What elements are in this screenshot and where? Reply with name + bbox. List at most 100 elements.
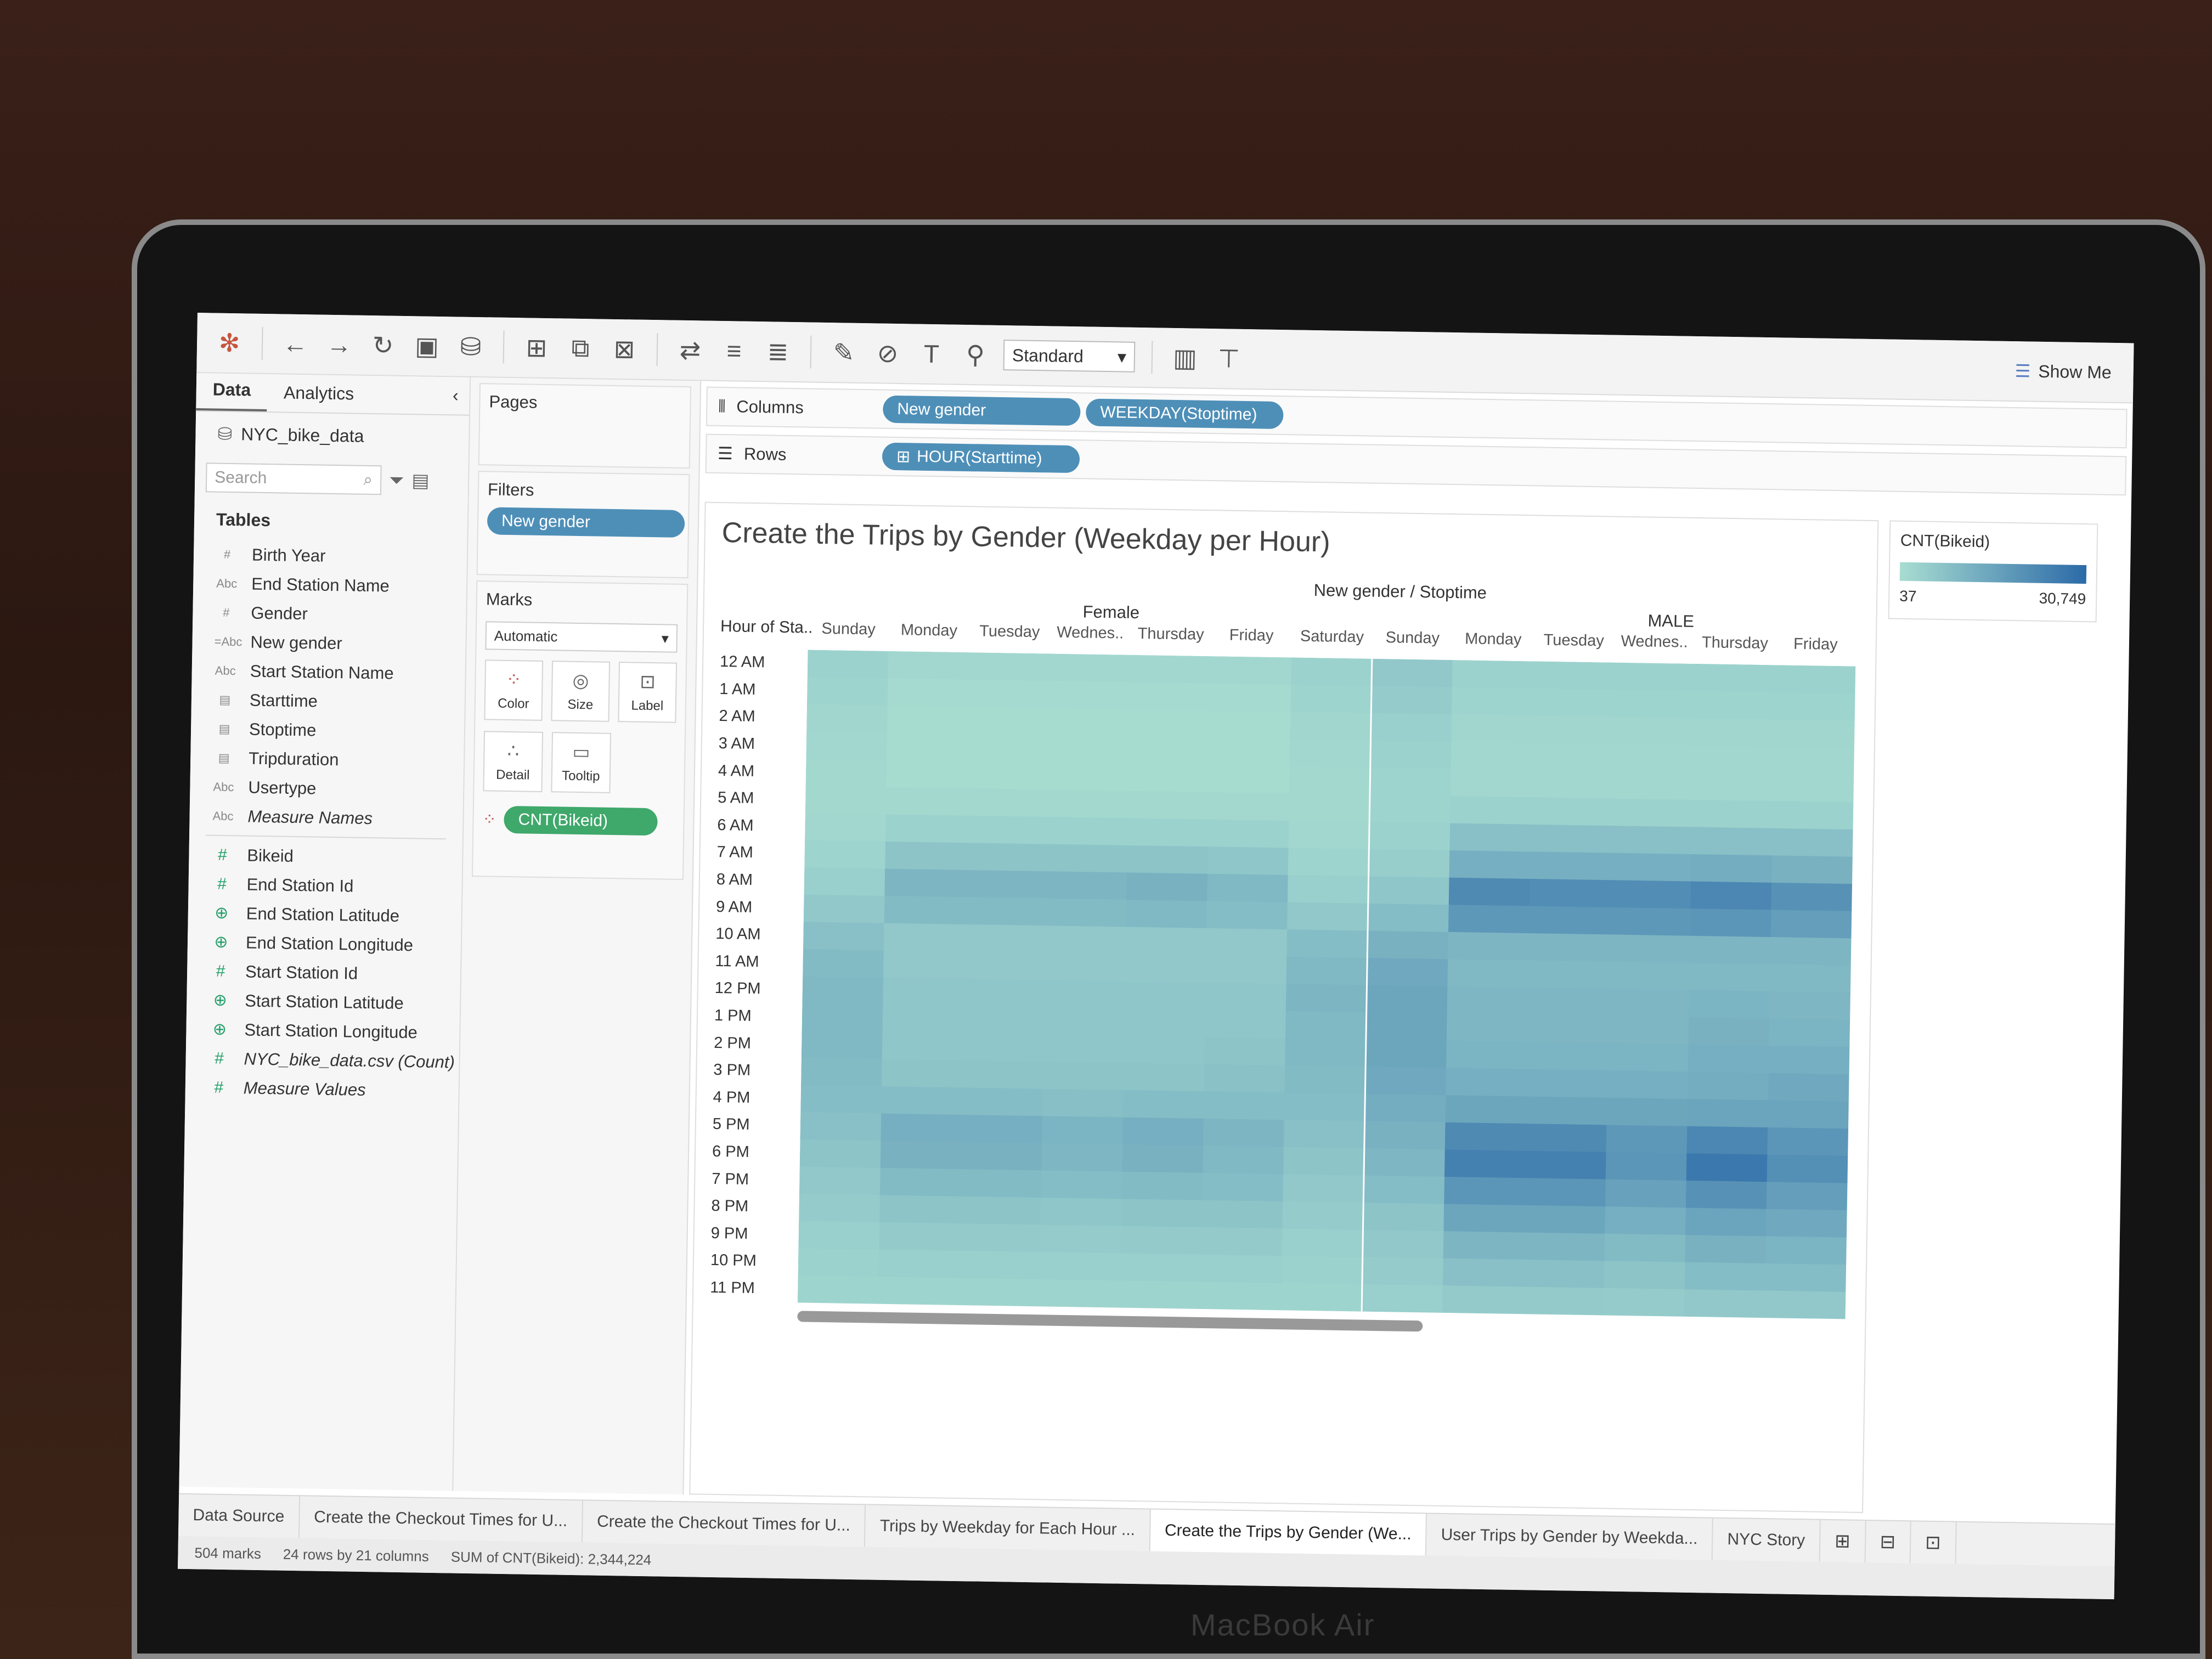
heatmap-cell[interactable] [962, 1033, 1044, 1062]
heatmap-cell[interactable] [968, 652, 1050, 681]
heatmap-cell[interactable] [881, 1113, 962, 1143]
heatmap-cell[interactable] [1372, 658, 1453, 688]
heatmap-cell[interactable] [1444, 1176, 1526, 1206]
heatmap-cell[interactable] [960, 1223, 1041, 1252]
heatmap-cell[interactable] [1283, 1147, 1365, 1176]
mark-type-select[interactable]: Automatic ▾ [485, 621, 678, 653]
heatmap-cell[interactable] [1773, 774, 1854, 803]
heatmap-cell[interactable] [1684, 1262, 1766, 1291]
heatmap-cell[interactable] [1610, 880, 1691, 909]
heatmap-cell[interactable] [1765, 1236, 1847, 1265]
heatmap-cell[interactable] [1772, 801, 1854, 830]
heatmap-cell[interactable] [1046, 844, 1128, 873]
heatmap-cell[interactable] [1768, 1100, 1849, 1129]
swap-icon[interactable]: ⇄ [674, 334, 707, 366]
heatmap-cell[interactable] [1443, 1231, 1525, 1260]
heatmap-cell[interactable] [967, 761, 1048, 790]
heatmap-cell[interactable] [1608, 989, 1690, 1018]
heatmap-cell[interactable] [882, 1005, 964, 1034]
heatmap-cell[interactable] [1284, 1065, 1366, 1094]
column-pill-new-gender[interactable]: New gender [883, 395, 1081, 426]
heatmap-cell[interactable] [1203, 1118, 1285, 1148]
heatmap-cell[interactable] [885, 841, 967, 871]
heatmap-cell[interactable] [1206, 873, 1289, 903]
heatmap-cell[interactable] [1045, 898, 1127, 928]
heatmap-cell[interactable] [1362, 1284, 1443, 1313]
heatmap-cell[interactable] [1285, 984, 1367, 1013]
heatmap-cell[interactable] [1206, 928, 1288, 957]
detail-button[interactable]: ∴ Detail [483, 731, 544, 792]
heatmap-cell[interactable] [1767, 1154, 1848, 1184]
heatmap-cell[interactable] [1773, 719, 1855, 748]
heatmap-cell[interactable] [963, 1006, 1045, 1035]
show-me-button[interactable]: ☰ Show Me [2015, 360, 2112, 383]
new-story-icon[interactable]: ⊡ [1910, 1521, 1957, 1564]
heatmap-cell[interactable] [1286, 956, 1368, 986]
sheet-tab[interactable]: Trips by Weekday for Each Hour ... [865, 1505, 1151, 1551]
heatmap-cell[interactable] [1047, 762, 1129, 792]
color-legend[interactable]: CNT(Bikeid) 37 30,749 [1888, 520, 2098, 623]
highlight-icon[interactable]: ✎ [828, 336, 860, 369]
heatmap-cell[interactable] [1774, 665, 1856, 694]
heatmap-cell[interactable] [1205, 955, 1287, 984]
label-icon[interactable]: T [916, 338, 948, 370]
heatmap-cell[interactable] [1769, 991, 1851, 1020]
heatmap-cell[interactable] [886, 760, 968, 789]
heatmap-cell[interactable] [799, 1139, 881, 1169]
sheet-tab[interactable]: Create the Trips by Gender (We... [1150, 1509, 1427, 1556]
heatmap-cell[interactable] [1208, 792, 1290, 821]
heatmap-cell[interactable] [1365, 1012, 1448, 1041]
field-item[interactable]: # End Station Id [188, 869, 462, 902]
heatmap-cell[interactable] [1289, 739, 1371, 768]
heatmap-cell[interactable] [960, 1196, 1042, 1226]
heatmap-cell[interactable] [1607, 1070, 1689, 1099]
field-item[interactable]: ▤ Starttime [191, 685, 465, 718]
tab-analytics[interactable]: Analytics [267, 382, 371, 413]
heatmap-cell[interactable] [881, 1086, 963, 1115]
heatmap-cell[interactable] [883, 923, 966, 952]
heatmap-cell[interactable] [1607, 1043, 1689, 1073]
heatmap-cell[interactable] [964, 897, 1046, 926]
field-item[interactable]: # Measure Values [185, 1073, 459, 1106]
heatmap-cell[interactable] [965, 870, 1047, 899]
group-icon[interactable]: ⊘ [872, 337, 904, 369]
heatmap-cell[interactable] [1121, 1199, 1203, 1228]
heatmap-cell[interactable] [1764, 1290, 1846, 1319]
heatmap-cell[interactable] [805, 813, 887, 842]
heatmap-cell[interactable] [1128, 709, 1210, 738]
heatmap-cell[interactable] [1040, 1224, 1122, 1254]
heatmap-cell[interactable] [807, 650, 889, 679]
row-pill-hour[interactable]: ⊞ HOUR(Starttime) [882, 442, 1080, 473]
heatmap-cell[interactable] [1522, 1286, 1605, 1316]
heatmap-cell[interactable] [968, 679, 1049, 709]
heatmap-cell[interactable] [1442, 1285, 1524, 1314]
heatmap-cell[interactable] [1612, 690, 1695, 719]
heatmap-cell[interactable] [962, 1087, 1043, 1116]
heatmap-cell[interactable] [879, 1195, 961, 1224]
heatmap-cell[interactable] [967, 707, 1049, 736]
heatmap-cell[interactable] [1693, 718, 1775, 747]
heatmap-cell[interactable] [1609, 961, 1690, 991]
heatmap-cell[interactable] [1611, 798, 1693, 827]
heatmap-cell[interactable] [1209, 765, 1290, 794]
sort-ascending-icon[interactable]: ≡ [718, 335, 751, 367]
heatmap-cell[interactable] [1363, 1203, 1444, 1232]
heatmap-cell[interactable] [1124, 1008, 1206, 1037]
heatmap-cell[interactable] [1444, 1122, 1526, 1152]
heatmap-cell[interactable] [1523, 1260, 1605, 1289]
heatmap-cell[interactable] [1686, 1126, 1768, 1155]
heatmap-cell[interactable] [1444, 1149, 1526, 1178]
heatmap-cell[interactable] [1449, 823, 1531, 852]
heatmap-cell[interactable] [1607, 1016, 1689, 1045]
heatmap-cell[interactable] [1205, 1009, 1286, 1039]
heatmap-cell[interactable] [799, 1194, 881, 1223]
heatmap-cell[interactable] [1694, 663, 1775, 693]
heatmap-cell[interactable] [1688, 1017, 1770, 1046]
heatmap-cell[interactable] [1202, 1173, 1284, 1202]
heatmap-cell[interactable] [802, 1003, 883, 1032]
heatmap-cell[interactable] [1210, 656, 1292, 685]
heatmap-cell[interactable] [1285, 1038, 1367, 1067]
heatmap-cell[interactable] [1527, 1014, 1609, 1044]
heatmap-cell[interactable] [1690, 909, 1771, 938]
heatmap-cell[interactable] [1768, 1073, 1850, 1102]
